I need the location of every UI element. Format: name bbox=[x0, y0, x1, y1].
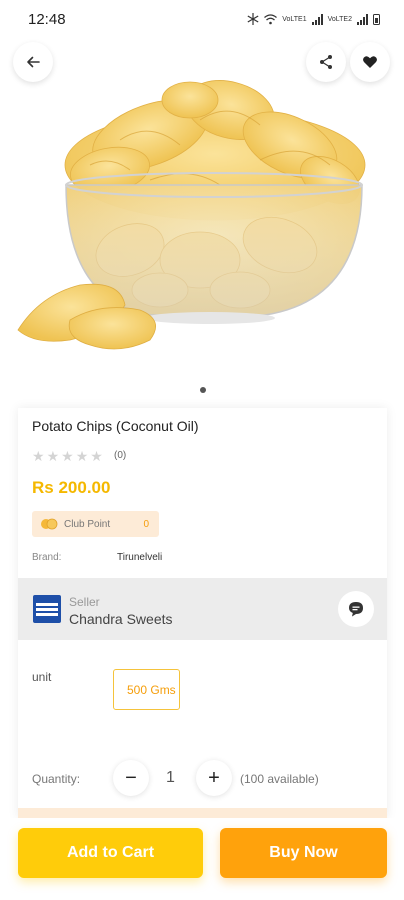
star-icon: ★ bbox=[61, 448, 74, 464]
carousel-indicator[interactable] bbox=[200, 387, 206, 393]
seller-section[interactable]: Seller Chandra Sweets bbox=[18, 578, 387, 640]
club-point-label: Club Point bbox=[64, 518, 111, 530]
club-point-value: 0 bbox=[143, 518, 149, 530]
quantity-label: Quantity: bbox=[32, 772, 81, 786]
club-point-badge: Club Point 0 bbox=[32, 511, 159, 537]
arrow-left-icon bbox=[27, 56, 40, 68]
chat-bubble-icon bbox=[349, 602, 363, 617]
heart-icon bbox=[363, 56, 377, 68]
rating-count: (0) bbox=[114, 450, 127, 461]
wifi-icon bbox=[264, 13, 278, 24]
brand-value[interactable]: Tirunelveli bbox=[117, 552, 162, 563]
network-label-2: VoLTE2 bbox=[327, 15, 352, 23]
product-title: Potato Chips (Coconut Oil) bbox=[32, 418, 199, 434]
chat-button[interactable] bbox=[338, 591, 374, 627]
signal-icon bbox=[357, 13, 368, 25]
brand-label: Brand: bbox=[32, 552, 62, 563]
product-image bbox=[17, 80, 366, 350]
status-icons: VoLTE1 VoLTE2 bbox=[247, 13, 380, 25]
product-details-card: Potato Chips (Coconut Oil) ★ ★ ★ ★ ★ (0)… bbox=[18, 408, 387, 818]
snowflake-icon bbox=[247, 13, 259, 25]
quantity-value: 1 bbox=[166, 769, 175, 786]
status-bar: 12:48 VoLTE1 VoLTE2 bbox=[0, 0, 404, 38]
seller-kicker: Seller bbox=[69, 595, 100, 609]
add-to-cart-button[interactable]: Add to Cart bbox=[18, 828, 203, 878]
star-icon: ★ bbox=[32, 448, 45, 464]
product-price: Rs 200.00 bbox=[32, 478, 111, 497]
star-icon: ★ bbox=[46, 448, 60, 464]
favorite-button[interactable] bbox=[350, 42, 390, 82]
buy-now-button[interactable]: Buy Now bbox=[220, 828, 387, 878]
unit-label: unit bbox=[32, 670, 52, 684]
coins-icon bbox=[41, 518, 58, 530]
quantity-available: (100 available) bbox=[240, 772, 319, 786]
card-bottom-strip bbox=[18, 808, 387, 818]
signal-icon bbox=[311, 13, 323, 25]
bottom-action-bar: Add to Cart Buy Now bbox=[0, 818, 404, 900]
share-icon bbox=[320, 55, 332, 69]
battery-icon bbox=[373, 13, 380, 25]
share-button[interactable] bbox=[306, 42, 346, 82]
quantity-increase-button[interactable]: + bbox=[196, 760, 232, 796]
back-button[interactable] bbox=[13, 42, 53, 82]
seller-name[interactable]: Chandra Sweets bbox=[69, 611, 173, 627]
star-icon: ★ bbox=[90, 448, 103, 464]
rating-stars: ★ ★ ★ ★ ★ bbox=[32, 448, 103, 465]
star-icon: ★ bbox=[75, 448, 89, 464]
status-time: 12:48 bbox=[28, 10, 66, 28]
unit-option-selected[interactable]: 500 Gms bbox=[113, 669, 180, 710]
network-label-1: VoLTE1 bbox=[282, 15, 307, 23]
seller-logo bbox=[33, 595, 61, 623]
quantity-decrease-button[interactable]: − bbox=[113, 760, 149, 796]
